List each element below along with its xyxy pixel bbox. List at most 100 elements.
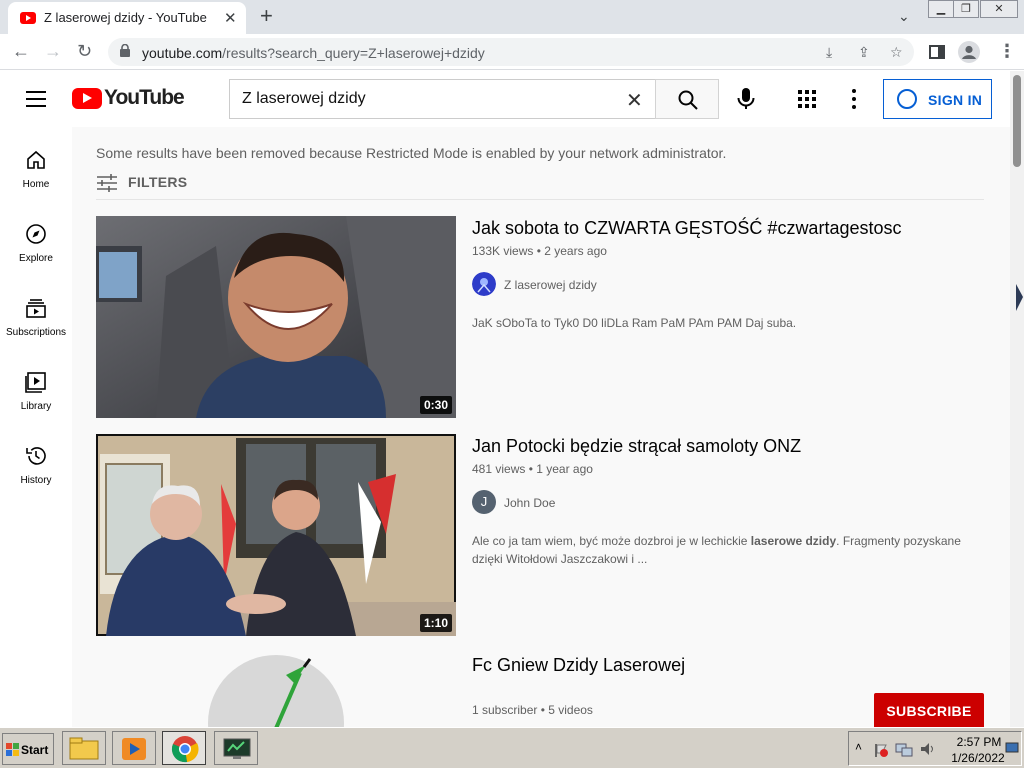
close-window-button[interactable]: ✕	[980, 0, 1018, 18]
minimize-button[interactable]: ▁	[928, 0, 954, 18]
taskbar-explorer-button[interactable]	[62, 731, 106, 765]
video-description: Ale co ja tam wiem, być może dozbroi je …	[472, 534, 961, 566]
filters-label: FILTERS	[128, 174, 188, 190]
clear-search-icon[interactable]: ✕	[626, 88, 643, 113]
sidebar-item-subscriptions[interactable]: Subscriptions	[0, 297, 72, 371]
account-icon	[897, 89, 917, 109]
system-tray: ˄ 2:57 PM 1/26/2022	[848, 731, 1022, 766]
channel-name[interactable]: Z laserowej dzidy	[504, 278, 597, 292]
compass-icon	[26, 224, 46, 244]
taskbar-terminal-button[interactable]	[214, 731, 258, 765]
taskbar: Start ˄ 2:57 PM 1/26/2022	[0, 727, 1024, 768]
search-button[interactable]	[655, 79, 719, 119]
settings-more-icon[interactable]	[852, 89, 856, 109]
history-icon	[26, 447, 46, 465]
sidebar-item-explore[interactable]: Explore	[0, 223, 72, 297]
search-icon	[678, 90, 698, 110]
library-icon	[25, 372, 46, 393]
chrome-menu-icon[interactable]: ⋮	[998, 41, 1016, 62]
sidebar-item-home[interactable]: Home	[0, 149, 72, 223]
search-query[interactable]: Z laserowej dzidy	[242, 90, 366, 108]
video-duration: 1:10	[419, 614, 452, 632]
sidebar-item-label: History	[20, 475, 52, 486]
sidebar-item-label: Explore	[19, 253, 53, 264]
browser-tab[interactable]: Z laserowej dzidy - YouTube ✕	[8, 2, 246, 34]
video-thumbnail[interactable]: 0:30	[96, 216, 456, 418]
video-thumbnail[interactable]: 1:10	[96, 434, 456, 636]
tab-close-icon[interactable]: ✕	[224, 9, 237, 27]
search-input[interactable]: Z laserowej dzidy ✕	[229, 79, 656, 119]
windows-flag-icon	[6, 743, 19, 756]
tab-search-chevron-icon[interactable]: ⌄	[898, 8, 910, 25]
network-icon[interactable]	[895, 741, 913, 757]
video-title[interactable]: Jak sobota to CZWARTA GĘSTOŚĆ #czwartage…	[472, 218, 902, 239]
video-title[interactable]: Jan Potocki będzie strącał samoloty ONZ	[472, 436, 801, 457]
side-panel-icon[interactable]	[929, 45, 945, 59]
video-result[interactable]: 1:10 Jan Potocki będzie strącał samoloty…	[96, 434, 984, 636]
channel-avatar-large[interactable]	[206, 653, 346, 727]
reload-icon[interactable]: ↻	[77, 41, 92, 62]
youtube-logo-text[interactable]: YouTube	[104, 86, 185, 110]
sidebar: Home Explore Subscriptions Library Histo…	[0, 127, 72, 727]
youtube-header: YouTube Z laserowej dzidy ✕ SIGN IN	[0, 71, 1010, 127]
new-tab-button[interactable]: +	[260, 3, 273, 29]
bookmark-star-icon[interactable]: ☆	[890, 44, 903, 61]
search-results: Some results have been removed because R…	[72, 127, 1010, 727]
channel-title[interactable]: Fc Gniew Dzidy Laserowej	[472, 655, 685, 676]
scrollbar-thumb[interactable]	[1013, 75, 1021, 167]
back-icon[interactable]: ←	[12, 41, 30, 62]
microphone-icon[interactable]	[735, 87, 757, 111]
thumbnail-image	[96, 434, 456, 636]
sidebar-item-history[interactable]: History	[0, 445, 72, 519]
video-result[interactable]: 0:30 Jak sobota to CZWARTA GĘSTOŚĆ #czwa…	[96, 216, 984, 418]
show-desktop-icon[interactable]	[1005, 742, 1019, 754]
subscriptions-icon	[26, 299, 46, 318]
taskbar-media-player-button[interactable]	[112, 731, 156, 765]
youtube-logo-icon[interactable]	[72, 88, 102, 109]
youtube-favicon-icon	[20, 12, 36, 24]
channel-avatar[interactable]: J	[472, 490, 496, 514]
clock-time[interactable]: 2:57 PM	[953, 735, 1005, 749]
install-icon[interactable]: ⤓	[826, 44, 832, 61]
filters-icon	[97, 174, 117, 192]
clock-date[interactable]: 1/26/2022	[947, 751, 1009, 765]
taskbar-chrome-button[interactable]	[162, 731, 206, 765]
address-bar[interactable]: youtube.com/results?search_query=Z+laser…	[108, 38, 914, 66]
start-button[interactable]: Start	[2, 733, 54, 765]
sign-in-button[interactable]: SIGN IN	[883, 79, 992, 119]
menu-icon[interactable]	[26, 91, 46, 107]
channel-result[interactable]: Fc Gniew Dzidy Laserowej 1 subscriber • …	[96, 653, 984, 727]
sidebar-item-label: Library	[20, 401, 52, 412]
forward-icon[interactable]: →	[44, 41, 62, 62]
browser-tab-strip: Z laserowej dzidy - YouTube ✕ + ⌄ ▁ ❐ ✕	[0, 0, 1024, 34]
action-center-flag-icon[interactable]	[873, 742, 889, 758]
sign-in-label: SIGN IN	[928, 92, 983, 108]
share-icon[interactable]: ⇪	[858, 44, 870, 61]
sidebar-item-library[interactable]: Library	[0, 371, 72, 445]
channel-avatar[interactable]	[472, 272, 496, 296]
chrome-icon	[171, 736, 199, 763]
video-duration: 0:30	[419, 396, 452, 414]
tab-title: Z laserowej dzidy - YouTube	[44, 10, 207, 25]
restore-button[interactable]: ❐	[953, 0, 979, 18]
sidebar-item-label: Subscriptions	[5, 327, 67, 338]
apps-grid-icon[interactable]	[798, 90, 816, 108]
browser-toolbar: ← → ↻ youtube.com/results?search_query=Z…	[0, 34, 1024, 70]
start-label: Start	[21, 743, 49, 757]
lock-icon	[120, 44, 130, 57]
media-player-icon	[122, 738, 146, 760]
sidebar-item-label: Home	[22, 179, 50, 190]
volume-icon[interactable]	[919, 741, 937, 757]
profile-icon[interactable]	[958, 41, 980, 63]
video-meta: 133K views • 2 years ago	[472, 244, 607, 258]
divider	[96, 199, 984, 200]
channel-name[interactable]: John Doe	[504, 496, 555, 510]
monitor-icon	[223, 738, 251, 759]
mouse-cursor-icon	[1016, 284, 1023, 311]
thumbnail-image	[96, 216, 456, 418]
page-scrollbar[interactable]	[1010, 71, 1024, 727]
video-description: JaK sObоTa to Tyk0 D0 liDLa Ram PaM PAm …	[472, 316, 797, 330]
folder-icon	[69, 737, 99, 760]
subscribe-button[interactable]: SUBSCRIBE	[874, 693, 984, 727]
tray-expand-icon[interactable]: ˄	[855, 740, 862, 754]
